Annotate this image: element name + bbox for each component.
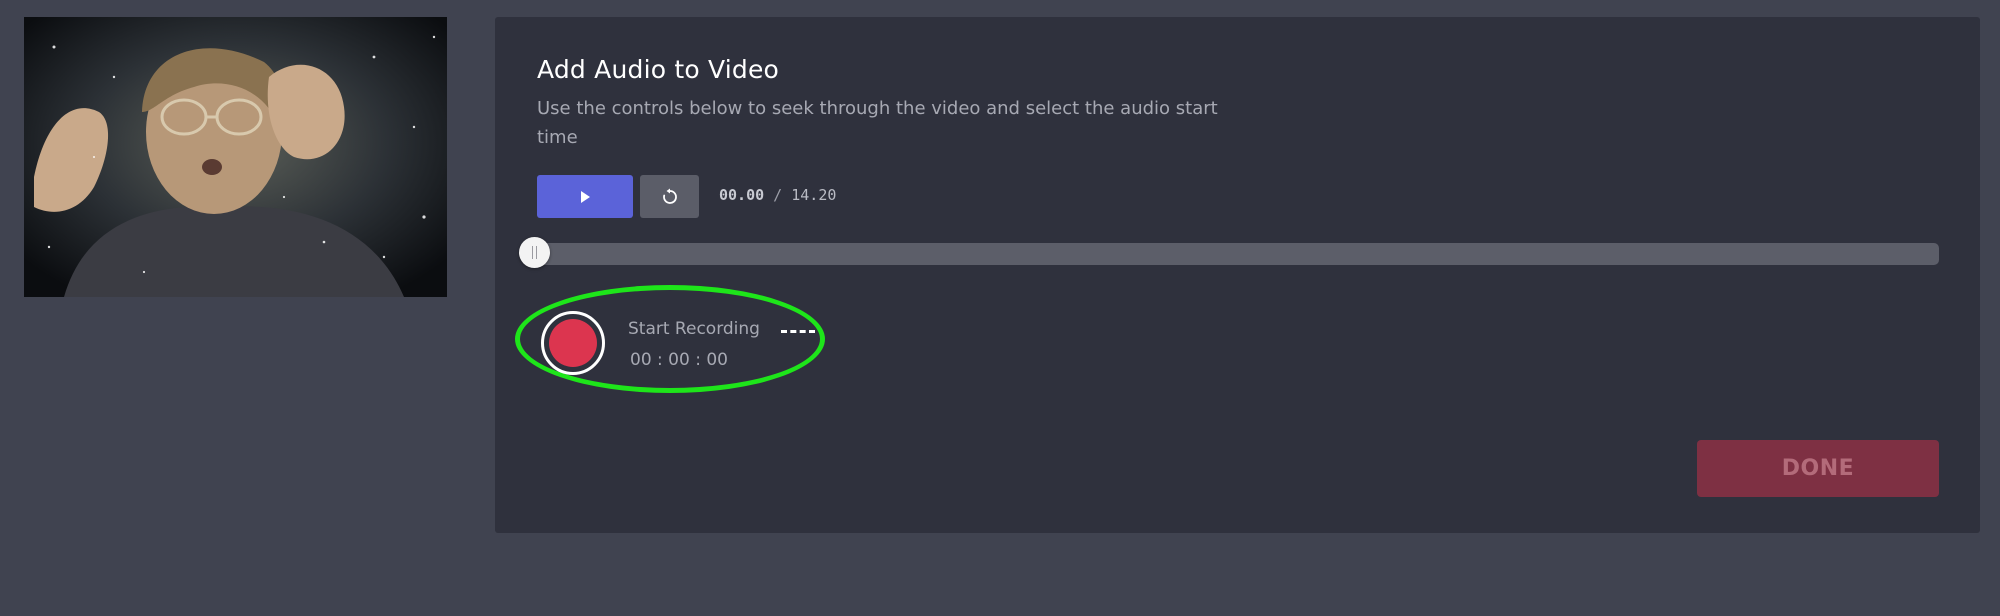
duration: 14.20 bbox=[791, 186, 837, 204]
page-title: Add Audio to Video bbox=[537, 55, 780, 84]
playback-time: 00.00 / 14.20 bbox=[719, 186, 836, 204]
current-time: 00.00 bbox=[719, 186, 765, 204]
recording-level-indicator bbox=[781, 330, 815, 333]
instructions-text: Use the controls below to seek through t… bbox=[537, 98, 1218, 148]
time-separator: / bbox=[764, 186, 792, 204]
replay-icon bbox=[662, 188, 677, 204]
record-button[interactable] bbox=[541, 311, 605, 375]
play-icon bbox=[581, 190, 590, 203]
video-thumbnail bbox=[24, 17, 447, 297]
add-audio-panel: Add Audio to Video Use the controls belo… bbox=[495, 17, 1980, 533]
record-dot-icon bbox=[549, 319, 597, 367]
seek-slider-track[interactable] bbox=[523, 243, 1939, 265]
seek-slider-handle[interactable] bbox=[519, 237, 550, 268]
replay-button[interactable] bbox=[640, 175, 699, 218]
done-button[interactable]: DONE bbox=[1697, 440, 1939, 497]
play-button[interactable] bbox=[537, 175, 633, 218]
start-recording-label: Start Recording bbox=[628, 319, 760, 339]
recording-timer: 00 : 00 : 00 bbox=[630, 350, 728, 370]
video-frame-image bbox=[24, 17, 447, 297]
